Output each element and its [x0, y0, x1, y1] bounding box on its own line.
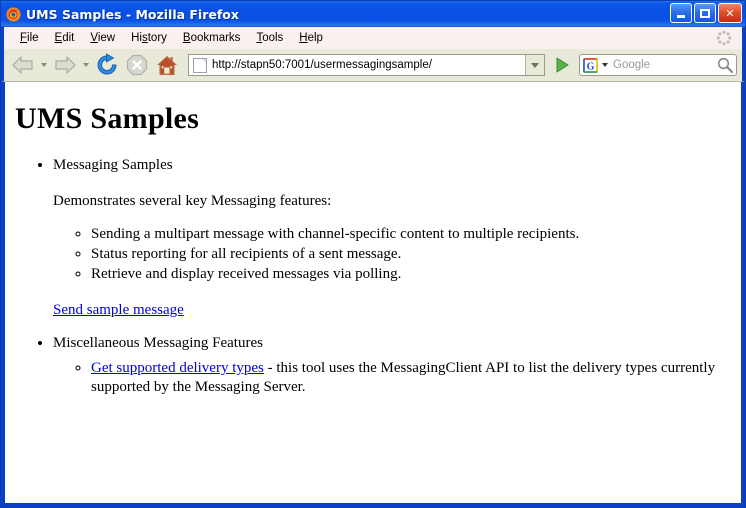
title-bar: UMS Samples - Mozilla Firefox ✕	[1, 1, 745, 27]
minimize-icon	[677, 15, 685, 18]
maximize-button[interactable]	[694, 3, 716, 23]
list-item-misc-features: Miscellaneous Messaging Features Get sup…	[53, 334, 733, 396]
send-sample-message-paragraph: Send sample message	[53, 301, 733, 320]
menu-history[interactable]: History	[123, 30, 175, 46]
window-controls: ✕	[670, 3, 742, 23]
stop-button[interactable]	[123, 52, 151, 79]
samples-list: Messaging Samples Demonstrates several k…	[15, 156, 733, 397]
firefox-icon	[5, 6, 22, 23]
get-supported-delivery-types-link[interactable]: Get supported delivery types	[91, 360, 264, 376]
misc-features-sublist: Get supported delivery types - this tool…	[53, 359, 733, 397]
search-icon[interactable]	[714, 55, 736, 75]
search-input[interactable]: Google	[609, 59, 714, 71]
url-bar[interactable]: http://stapn50:7001/usermessagingsample/	[188, 54, 545, 76]
browser-window: UMS Samples - Mozilla Firefox ✕ File Edi…	[0, 0, 746, 508]
go-button[interactable]	[550, 53, 574, 77]
forward-dropdown-icon[interactable]	[81, 52, 91, 79]
home-button[interactable]	[153, 52, 181, 79]
forward-button[interactable]	[51, 52, 79, 79]
page-favicon-icon	[193, 57, 207, 73]
menu-bar: File Edit View History Bookmarks Tools H…	[1, 27, 745, 49]
back-dropdown-icon[interactable]	[39, 52, 49, 79]
window-title: UMS Samples - Mozilla Firefox	[26, 6, 239, 22]
messaging-samples-intro: Demonstrates several key Messaging featu…	[53, 193, 332, 210]
menu-tools[interactable]: Tools	[248, 30, 291, 46]
page-title: UMS Samples	[15, 102, 200, 135]
menu-bookmarks[interactable]: Bookmarks	[175, 30, 249, 46]
svg-text:G: G	[587, 61, 595, 72]
google-logo-icon[interactable]: G	[583, 57, 598, 73]
close-button[interactable]: ✕	[718, 3, 742, 23]
menu-file[interactable]: File	[12, 30, 47, 46]
url-input[interactable]: http://stapn50:7001/usermessagingsample/	[212, 59, 525, 71]
menu-help[interactable]: Help	[291, 30, 331, 46]
navigation-toolbar: http://stapn50:7001/usermessagingsample/…	[1, 49, 745, 82]
list-item: Status reporting for all recipients of a…	[91, 245, 733, 264]
minimize-button[interactable]	[670, 3, 692, 23]
reload-button[interactable]	[93, 52, 121, 79]
throbber-icon	[716, 30, 732, 46]
web-page: UMS Samples Messaging Samples Demonstrat…	[5, 82, 741, 503]
url-dropdown-icon[interactable]	[525, 55, 544, 75]
list-item-messaging-samples: Messaging Samples Demonstrates several k…	[53, 156, 733, 321]
list-item: Sending a multipart message with channel…	[91, 225, 733, 244]
menu-view[interactable]: View	[82, 30, 123, 46]
content-frame: UMS Samples Messaging Samples Demonstrat…	[1, 82, 745, 507]
misc-features-label: Miscellaneous Messaging Features	[53, 335, 263, 351]
list-item: Get supported delivery types - this tool…	[91, 359, 733, 397]
back-button[interactable]	[9, 52, 37, 79]
maximize-icon	[700, 8, 710, 18]
list-item: Retrieve and display received messages v…	[91, 265, 733, 284]
search-bar[interactable]: G Google	[579, 54, 737, 76]
send-sample-message-link[interactable]: Send sample message	[53, 302, 184, 318]
messaging-samples-label: Messaging Samples	[53, 156, 173, 173]
menu-edit[interactable]: Edit	[47, 30, 83, 46]
search-engine-dropdown-icon[interactable]	[600, 54, 609, 76]
close-icon: ✕	[725, 6, 735, 20]
messaging-features-sublist: Sending a multipart message with channel…	[53, 225, 733, 283]
